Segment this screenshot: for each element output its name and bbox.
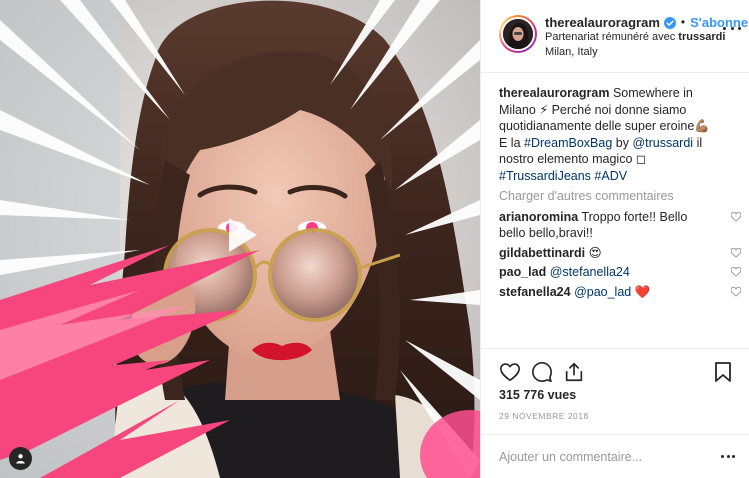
caption-emoji: ⚡ <box>539 101 549 117</box>
more-dot-icon <box>730 26 734 30</box>
comment-text: ❤️ <box>634 283 651 299</box>
comment-username[interactable]: pao_lad <box>499 265 546 279</box>
avatar-image <box>503 19 533 49</box>
action-icons-row <box>499 361 733 383</box>
more-dot-icon <box>738 26 741 30</box>
caption-username[interactable]: therealauroragram <box>499 86 609 100</box>
comments-section: therealauroragram Somewhere in Milano ⚡ … <box>481 73 749 348</box>
comment-like-icon[interactable] <box>731 286 741 297</box>
verified-badge-icon <box>663 16 676 29</box>
mention-link[interactable]: @pao_lad <box>574 285 631 299</box>
post-date[interactable]: 29 NOVEMBRE 2018 <box>499 411 733 421</box>
post-side-panel: therealauroragram • S'abonner Partenaria… <box>480 0 749 478</box>
more-options-button[interactable] <box>723 21 741 35</box>
header-text: therealauroragram • S'abonner Partenaria… <box>545 15 749 60</box>
post-header: therealauroragram • S'abonner Partenaria… <box>481 0 749 73</box>
hashtag-link[interactable]: #TrussardiJeans <box>499 169 591 183</box>
hashtag-link[interactable]: #DreamBoxBag <box>524 136 612 150</box>
instagram-post: therealauroragram • S'abonner Partenaria… <box>0 0 749 478</box>
post-caption: therealauroragram Somewhere in Milano ⚡ … <box>499 85 719 184</box>
comment-text: 😍 <box>588 244 602 260</box>
mention-link[interactable]: @trussardi <box>632 136 693 150</box>
post-username[interactable]: therealauroragram <box>545 15 660 30</box>
paid-partnership: Partenariat rémunéré avec trussardi <box>545 30 749 45</box>
add-comment-bar <box>481 434 749 478</box>
post-video[interactable] <box>0 0 480 478</box>
avatar[interactable] <box>501 17 535 51</box>
more-dot-icon <box>721 455 724 458</box>
hashtag-link[interactable]: #ADV <box>594 169 627 183</box>
separator-dot: • <box>680 15 686 29</box>
comment-like-icon[interactable] <box>731 247 741 258</box>
views-count[interactable]: 315 776 vues <box>499 388 733 402</box>
share-icon[interactable] <box>563 361 585 383</box>
caption-emoji: 💪🏽 <box>694 118 710 133</box>
caption-text: E la <box>499 135 521 150</box>
mention-link[interactable]: @stefanella24 <box>550 265 630 279</box>
more-dot-icon <box>726 455 730 458</box>
comment-item: arianoromina Troppo forte!! Bello bello … <box>499 209 741 242</box>
user-tag-icon <box>16 454 25 464</box>
play-icon[interactable] <box>215 210 265 260</box>
comment-item: pao_lad @stefanella24 <box>499 264 741 281</box>
more-dot-icon <box>732 455 735 458</box>
more-dot-icon <box>723 26 726 30</box>
caption-emoji: ◻ <box>635 151 647 166</box>
caption-text: by <box>615 135 629 150</box>
avatar-story-ring[interactable] <box>499 15 537 53</box>
partner-link[interactable]: trussardi <box>678 31 725 43</box>
heart-icon[interactable] <box>499 361 521 383</box>
bookmark-icon[interactable] <box>713 361 733 383</box>
comment-options-button[interactable] <box>721 455 735 458</box>
comment-like-icon[interactable] <box>731 267 741 277</box>
load-more-comments-button[interactable]: Charger d'autres commentaires <box>499 188 719 205</box>
user-tag-button[interactable] <box>9 447 32 470</box>
partnership-label: Partenariat rémunéré avec <box>545 31 676 43</box>
comment-username[interactable]: gildabettinardi <box>499 246 585 260</box>
comment-input[interactable] <box>499 449 721 464</box>
comment-item: stefanella24 @pao_lad ❤️ <box>499 283 741 301</box>
comment-username[interactable]: arianoromina <box>499 210 578 224</box>
comment-item: gildabettinardi 😍 <box>499 244 741 262</box>
comment-like-icon[interactable] <box>731 211 741 222</box>
header-top-line: therealauroragram • S'abonner <box>545 15 749 30</box>
comment-username[interactable]: stefanella24 <box>499 285 571 299</box>
comment-icon[interactable] <box>531 361 553 383</box>
location-link[interactable]: Milan, Italy <box>545 45 749 60</box>
